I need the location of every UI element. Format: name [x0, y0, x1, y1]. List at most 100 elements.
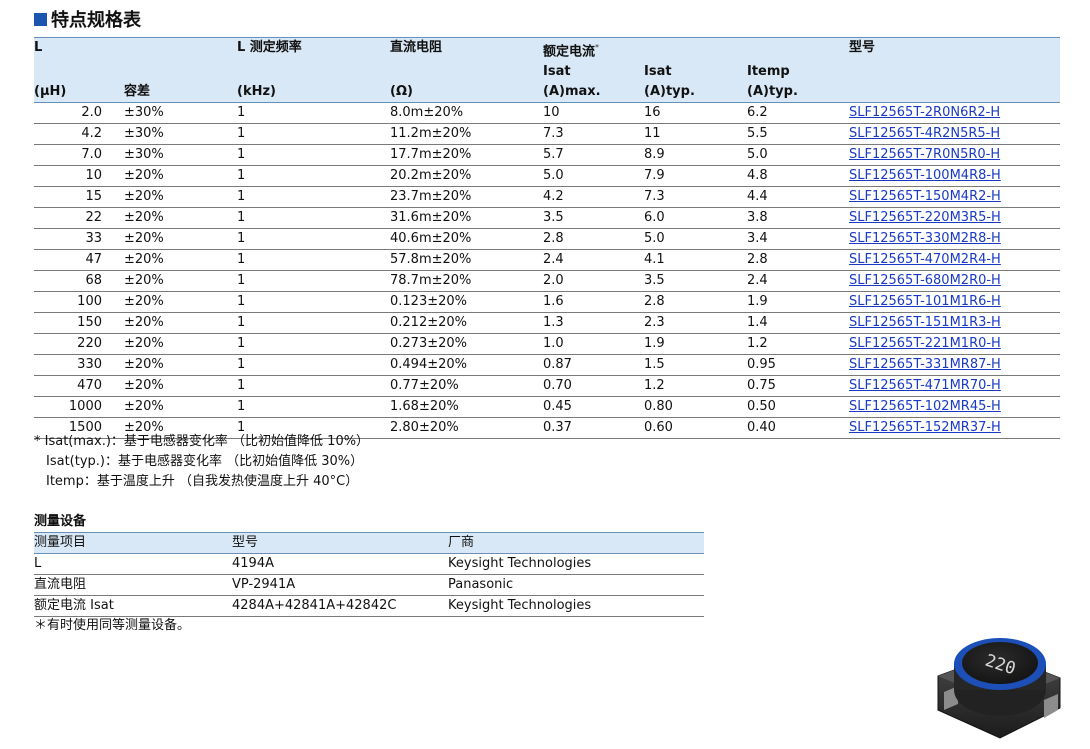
- table-row: 330 ±20% 1 0.494±20% 0.87 1.5 0.95 SLF12565T-33…: [34, 354, 1060, 377]
- cell-inductance: 1000: [34, 396, 124, 419]
- cell-frequency: 1: [237, 123, 390, 146]
- cell-isat-typ: 1.5: [644, 354, 747, 377]
- part-number-link[interactable]: SLF12565T-100M4R8-H: [849, 168, 1001, 183]
- header-rated: 额定电流*: [543, 37, 849, 63]
- cell-tolerance: ±20%: [124, 333, 237, 356]
- header-freq: L 测定频率: [237, 37, 390, 63]
- part-number-link[interactable]: SLF12565T-151M1R3-H: [849, 315, 1001, 330]
- part-number-link[interactable]: SLF12565T-330M2R8-H: [849, 231, 1001, 246]
- cell-itemp: 3.4: [747, 228, 849, 251]
- cell-frequency: 1: [237, 207, 390, 230]
- cell-itemp: 1.4: [747, 312, 849, 335]
- cell-frequency: 1: [237, 396, 390, 419]
- cell-isat-typ: 0.60: [644, 417, 747, 440]
- cell-dcr: 20.2m±20%: [390, 165, 543, 188]
- cell-tolerance: ±20%: [124, 165, 237, 188]
- equipment-title: 测量设备: [34, 514, 87, 529]
- cell-frequency: 1: [237, 312, 390, 335]
- cell-itemp: 5.0: [747, 144, 849, 167]
- table-row: 2.0 ±30% 1 8.0m±20% 10 16 6.2 SLF12565T-2R0N6R2…: [34, 102, 1060, 125]
- equipment-table-body: L 4194A Keysight Technologies 直流电阻 VP-29…: [34, 553, 704, 617]
- cell-dcr: 0.273±20%: [390, 333, 543, 356]
- cell-isat-typ: 11: [644, 123, 747, 146]
- cell-frequency: 1: [237, 102, 390, 125]
- header-l-unit: (μH): [34, 82, 124, 104]
- notes: * Isat(max.)：基于电感器变化率 （比初始值降低 10%） Isat(…: [34, 432, 369, 492]
- part-number-link[interactable]: SLF12565T-331MR87-H: [849, 357, 1001, 372]
- part-number-link[interactable]: SLF12565T-680M2R0-H: [849, 273, 1001, 288]
- cell-inductance: 10: [34, 165, 124, 188]
- cell-isat-typ: 5.0: [644, 228, 747, 251]
- cell-part-number: SLF12565T-152MR37-H: [849, 417, 1060, 440]
- cell-tolerance: ±20%: [124, 207, 237, 230]
- cell-tolerance: ±30%: [124, 102, 237, 125]
- cell-itemp: 2.4: [747, 270, 849, 293]
- cell-part-number: SLF12565T-4R2N5R5-H: [849, 123, 1060, 146]
- part-number-link[interactable]: SLF12565T-4R2N5R5-H: [849, 126, 1000, 141]
- cell-frequency: 1: [237, 144, 390, 167]
- cell-isat-typ: 8.9: [644, 144, 747, 167]
- note-line: Isat(typ.)：基于电感器变化率 （比初始值降低 30%）: [46, 454, 364, 469]
- cell-isat-max: 5.0: [543, 165, 644, 188]
- table-row: 直流电阻 VP-2941A Panasonic: [34, 574, 704, 596]
- table-row: 4.2 ±30% 1 11.2m±20% 7.3 11 5.5 SLF12565T-4R2N5…: [34, 123, 1060, 146]
- cell-dcr: 0.494±20%: [390, 354, 543, 377]
- table-row: 7.0 ±30% 1 17.7m±20% 5.7 8.9 5.0 SLF12565T-7R0N…: [34, 144, 1060, 167]
- part-number-link[interactable]: SLF12565T-7R0N5R0-H: [849, 147, 1000, 162]
- part-number-link[interactable]: SLF12565T-471MR70-H: [849, 378, 1001, 393]
- part-number-link[interactable]: SLF12565T-220M3R5-H: [849, 210, 1001, 225]
- cell-isat-max: 0.87: [543, 354, 644, 377]
- cell-itemp: 2.8: [747, 249, 849, 272]
- cell-isat-typ: 16: [644, 102, 747, 125]
- header-isat-typ: Isat: [644, 62, 747, 83]
- part-number-link[interactable]: SLF12565T-470M2R4-H: [849, 252, 1001, 267]
- cell-isat-max: 4.2: [543, 186, 644, 209]
- cell-dcr: 1.68±20%: [390, 396, 543, 419]
- cell-itemp: 4.8: [747, 165, 849, 188]
- table-row: 1000 ±20% 1 1.68±20% 0.45 0.80 0.50 SLF12565T-1…: [34, 396, 1060, 419]
- cell-tolerance: ±30%: [124, 144, 237, 167]
- cell-dcr: 40.6m±20%: [390, 228, 543, 251]
- header-row-1: L L 测定频率 直流电阻 额定电流* 型号: [34, 37, 1060, 63]
- cell-itemp: 0.40: [747, 417, 849, 440]
- cell-part-number: SLF12565T-7R0N5R0-H: [849, 144, 1060, 167]
- cell-inductance: 2.0: [34, 102, 124, 125]
- header-isat-max: Isat: [543, 62, 644, 83]
- cell-isat-max: 0.45: [543, 396, 644, 419]
- part-number-link[interactable]: SLF12565T-101M1R6-H: [849, 294, 1001, 309]
- equipment-header-row: 测量项目 型号 厂商: [34, 532, 704, 554]
- cell-isat-max: 1.6: [543, 291, 644, 314]
- header-isat-max-unit: (A)max.: [543, 82, 644, 104]
- cell-part-number: SLF12565T-100M4R8-H: [849, 165, 1060, 188]
- part-number-link[interactable]: SLF12565T-152MR37-H: [849, 420, 1001, 435]
- part-number-link[interactable]: SLF12565T-150M4R2-H: [849, 189, 1001, 204]
- cell-part-number: SLF12565T-470M2R4-H: [849, 249, 1060, 272]
- part-number-link[interactable]: SLF12565T-102MR45-H: [849, 399, 1001, 414]
- cell-isat-max: 0.70: [543, 375, 644, 398]
- header-tol: 容差: [124, 82, 237, 104]
- cell-tolerance: ±20%: [124, 375, 237, 398]
- inductor-photo: 220: [937, 638, 1061, 739]
- cell-inductance: 7.0: [34, 144, 124, 167]
- cell-dcr: 78.7m±20%: [390, 270, 543, 293]
- cell-tolerance: ±20%: [124, 291, 237, 314]
- cell-inductance: 4.2: [34, 123, 124, 146]
- cell-frequency: 1: [237, 165, 390, 188]
- cell-itemp: 0.75: [747, 375, 849, 398]
- cell-part-number: SLF12565T-220M3R5-H: [849, 207, 1060, 230]
- cell-isat-max: 2.8: [543, 228, 644, 251]
- cell-isat-max: 2.4: [543, 249, 644, 272]
- table-row: 220 ±20% 1 0.273±20% 1.0 1.9 1.2 SLF12565T-221M…: [34, 333, 1060, 356]
- cell-itemp: 1.2: [747, 333, 849, 356]
- equipment-header-item: 测量项目: [34, 532, 232, 554]
- cell-dcr: 0.77±20%: [390, 375, 543, 398]
- equipment-header-model: 型号: [232, 532, 448, 554]
- part-number-link[interactable]: SLF12565T-2R0N6R2-H: [849, 105, 1000, 120]
- part-number-link[interactable]: SLF12565T-221M1R0-H: [849, 336, 1001, 351]
- cell-inductance: 330: [34, 354, 124, 377]
- header-l: L: [34, 37, 124, 63]
- spec-table-body: 2.0 ±30% 1 8.0m±20% 10 16 6.2 SLF12565T-2R0N6R2…: [34, 102, 1060, 440]
- cell-part-number: SLF12565T-101M1R6-H: [849, 291, 1060, 314]
- cell-isat-typ: 7.3: [644, 186, 747, 209]
- cell-frequency: 1: [237, 270, 390, 293]
